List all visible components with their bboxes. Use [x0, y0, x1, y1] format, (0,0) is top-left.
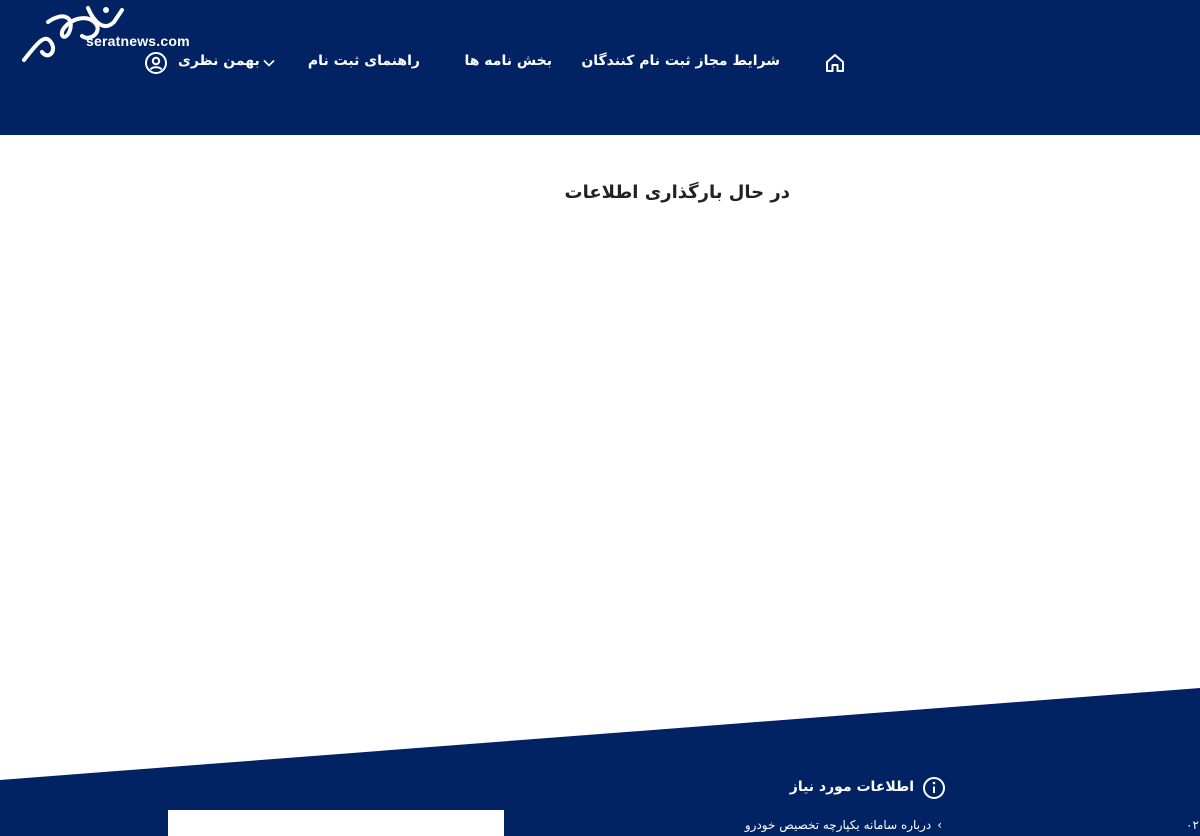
chevron-right-icon: ›: [937, 818, 942, 832]
footer-link-about[interactable]: › درباره سامانه یکپارچه تخصیص خودرو: [745, 818, 942, 832]
footer-card: [168, 810, 504, 836]
info-icon: [923, 777, 945, 799]
footer-info-title: اطلاعات مورد نیاز: [789, 779, 914, 795]
footer-link-label: درباره سامانه یکپارچه تخصیص خودرو: [744, 818, 932, 832]
footer-edge-text: ۰۲: [1186, 818, 1199, 832]
page: seratnews.com شرایط مجاز ثبت نام کنندگان…: [0, 0, 1200, 836]
footer-background: [0, 688, 1200, 836]
